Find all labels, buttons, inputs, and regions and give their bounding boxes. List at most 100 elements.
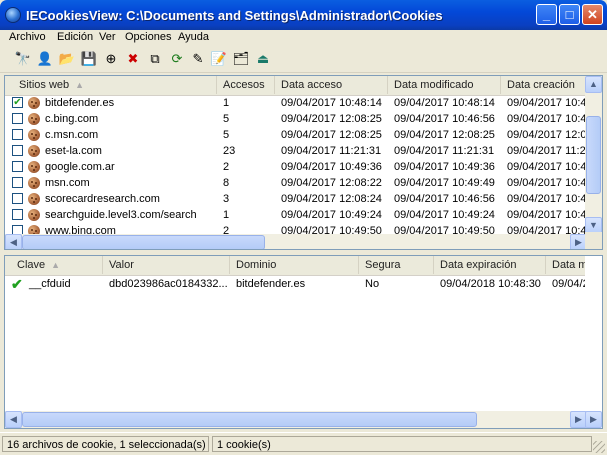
table-row[interactable]: msn.com 8 09/04/2017 12:08:22 09/04/2017 10…	[5, 175, 591, 191]
column-clave[interactable]: Clave ▲	[5, 256, 103, 274]
new-icon[interactable]: 📝	[210, 50, 228, 68]
site-modified-date: 09/04/2017 10:48:14	[394, 97, 495, 109]
scroll-thumb[interactable]	[22, 412, 477, 427]
site-name: msn.com	[45, 177, 90, 189]
check-icon: ✔	[11, 276, 23, 292]
site-created-date: 09/04/2017 10:46	[507, 193, 591, 205]
scroll-up-icon[interactable]: ▲	[585, 76, 602, 93]
binoculars-icon[interactable]: 🔭	[14, 50, 32, 68]
scroll-left-icon[interactable]: ◀	[5, 234, 22, 249]
column-label: Sitios web	[19, 79, 70, 91]
scroll-corner	[585, 232, 602, 249]
menu-edicion[interactable]: Edición	[57, 31, 93, 43]
table-row[interactable]: c.msn.com 5 09/04/2017 12:08:25 09/04/2017 …	[5, 127, 591, 143]
reload-icon[interactable]: ⟳	[168, 50, 186, 68]
table-row[interactable]: google.com.ar 2 09/04/2017 10:49:36 09/04/2…	[5, 159, 591, 175]
sites-list-header: Sitios web ▲ Accesos Data acceso Data mod…	[5, 76, 591, 96]
site-created-date: 09/04/2017 10:48	[507, 97, 591, 109]
site-accesses: 1	[223, 97, 230, 109]
site-created-date: 09/04/2017 10:49	[507, 209, 591, 221]
minimize-button[interactable]: _	[536, 4, 557, 25]
site-created-date: 09/04/2017 11:21	[507, 145, 591, 157]
table-row[interactable]: ✔ __cfduid dbd023986ac0184332... bitdefe…	[5, 276, 602, 292]
edit-icon[interactable]: ✎	[189, 50, 207, 68]
site-accesses: 5	[223, 129, 230, 141]
site-name: scorecardresearch.com	[45, 193, 160, 205]
site-accesses: 8	[223, 177, 230, 189]
sites-horizontal-scrollbar[interactable]: ◀ ▶	[5, 234, 587, 249]
cookie-expires: 09/04/2018 10:48:30	[440, 278, 541, 290]
site-accesses: 2	[223, 161, 230, 173]
site-name: google.com.ar	[45, 161, 115, 173]
site-modified-date: 09/04/2017 10:49:49	[394, 177, 495, 189]
column-accesos[interactable]: Accesos	[217, 76, 275, 94]
cookie-key: __cfduid	[29, 278, 71, 290]
site-accesses: 5	[223, 113, 230, 125]
exit-icon[interactable]: ⏏	[254, 50, 272, 68]
table-row[interactable]: ✔ bitdefender.es 1 09/04/2017 10:48:14 09/04…	[5, 95, 591, 111]
scroll-thumb[interactable]	[22, 235, 265, 249]
resize-grip-icon[interactable]	[593, 441, 605, 453]
menu-ver[interactable]: Ver	[99, 31, 116, 43]
menu-ayuda[interactable]: Ayuda	[178, 31, 209, 43]
close-button[interactable]: ✕	[582, 4, 603, 25]
cookie-domain: bitdefender.es	[236, 278, 306, 290]
site-access-date: 09/04/2017 12:08:24	[281, 193, 382, 205]
cookie-details-list[interactable]: Clave ▲ Valor Dominio Segura Data expirac…	[4, 255, 603, 429]
table-row[interactable]: eset-la.com 23 09/04/2017 11:21:31 09/04/20…	[5, 143, 591, 159]
sites-list[interactable]: Sitios web ▲ Accesos Data acceso Data mod…	[4, 75, 603, 250]
site-name: searchguide.level3.com/search	[45, 209, 197, 221]
column-valor[interactable]: Valor	[103, 256, 230, 274]
column-sitios-web[interactable]: Sitios web ▲	[5, 76, 217, 94]
open-folder-icon[interactable]: 📂	[58, 50, 76, 68]
site-created-date: 09/04/2017 10:49	[507, 161, 591, 173]
title-bar: IECookiesView: C:\Documents and Settings…	[0, 0, 607, 30]
site-accesses: 1	[223, 209, 230, 221]
site-modified-date: 09/04/2017 10:49:36	[394, 161, 495, 173]
status-file-count: 16 archivos de cookie, 1 seleccionada(s)	[2, 436, 209, 452]
sites-vertical-scrollbar[interactable]: ▲ ▼	[585, 76, 602, 234]
table-row[interactable]: scorecardresearch.com 3 09/04/2017 12:08:2…	[5, 191, 591, 207]
column-data-modificado[interactable]: Data modificado	[388, 76, 501, 94]
column-segura[interactable]: Segura	[359, 256, 434, 274]
menu-archivo[interactable]: Archivo	[9, 31, 46, 43]
details-horizontal-scrollbar[interactable]: ◀ ▶	[5, 411, 587, 428]
column-data-acceso[interactable]: Data acceso	[275, 76, 388, 94]
save-icon[interactable]: 💾	[80, 50, 98, 68]
status-cookie-count: 1 cookie(s)	[212, 436, 592, 452]
menu-opciones[interactable]: Opciones	[125, 31, 171, 43]
site-created-date: 09/04/2017 12:08	[507, 129, 591, 141]
window-title: IECookiesView: C:\Documents and Settings…	[26, 8, 443, 23]
site-name: c.bing.com	[45, 113, 99, 125]
sort-asc-icon: ▲	[51, 260, 61, 270]
properties-icon[interactable]: 🗂	[232, 50, 250, 68]
site-name: eset-la.com	[45, 145, 102, 157]
site-modified-date: 09/04/2017 10:46:56	[394, 113, 495, 125]
site-created-date: 09/04/2017 10:46	[507, 113, 591, 125]
scroll-thumb[interactable]	[586, 116, 601, 194]
column-label: Clave	[17, 259, 46, 271]
delete-icon[interactable]: ✖	[124, 50, 142, 68]
site-access-date: 09/04/2017 10:49:24	[281, 209, 382, 221]
cookie-details-header: Clave ▲ Valor Dominio Segura Data expirac…	[5, 256, 602, 276]
scroll-right-end-icon[interactable]: ▶	[585, 411, 602, 428]
table-row[interactable]: searchguide.level3.com/search 1 09/04/2017…	[5, 207, 591, 223]
refresh-icon[interactable]: ⊕	[102, 50, 120, 68]
site-modified-date: 09/04/2017 10:46:56	[394, 193, 495, 205]
column-data-creacion[interactable]: Data creación	[501, 76, 591, 94]
copy-icon[interactable]: ⧉	[146, 50, 164, 68]
details-scroll-gutter	[585, 256, 602, 411]
site-modified-date: 09/04/2017 10:49:24	[394, 209, 495, 221]
toolbar: 🔭 👤 📂 💾 ⊕ ✖ ⧉ ⟳ ✎ 📝 🗂 ⏏	[0, 47, 607, 73]
site-modified-date: 09/04/2017 12:08:25	[394, 129, 495, 141]
table-row[interactable]: c.bing.com 5 09/04/2017 12:08:25 09/04/2017…	[5, 111, 591, 127]
site-access-date: 09/04/2017 12:08:25	[281, 113, 382, 125]
maximize-button[interactable]: □	[559, 4, 580, 25]
column-dominio[interactable]: Dominio	[230, 256, 359, 274]
find-icon[interactable]: 👤	[36, 50, 54, 68]
site-access-date: 09/04/2017 10:49:36	[281, 161, 382, 173]
site-accesses: 3	[223, 193, 230, 205]
app-icon	[5, 7, 21, 23]
column-data-expiracion[interactable]: Data expiración	[434, 256, 546, 274]
scroll-left-icon[interactable]: ◀	[5, 411, 22, 428]
